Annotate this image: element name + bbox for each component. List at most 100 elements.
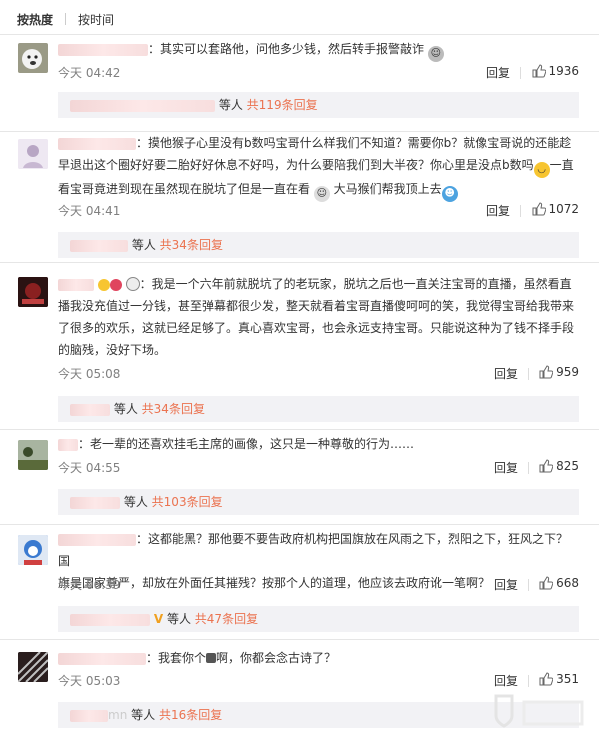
small-emoji-icon bbox=[206, 653, 217, 663]
comment-text-line2: 播我没充值过一分钱，甚至弹幕都很少发，整天就看着宝哥直播傻呵呵的笑，我觉得宝哥给… bbox=[58, 299, 575, 313]
cartoon-avatar-icon bbox=[18, 535, 48, 565]
comment-item: ：摸他猴子心里没有b数吗宝哥什么样我们不知道？需要你b？就像宝哥说的还能趁 早退… bbox=[0, 131, 599, 263]
username-blurred[interactable] bbox=[58, 137, 136, 150]
like-button[interactable] bbox=[539, 459, 553, 474]
comment-text-line2: 早退出这个圈好好要二胎好好休息不好吗，为什么要陪我们到大半夜？你心里是没点b数吗 bbox=[58, 158, 534, 172]
meta-divider bbox=[528, 462, 529, 474]
comment-time: 今天 04:41 bbox=[58, 204, 121, 218]
like-count: 1072 bbox=[548, 202, 579, 216]
sub-replies-count[interactable]: 共103条回复 bbox=[152, 495, 223, 509]
sort-tabs: 按热度 按时间 bbox=[0, 0, 599, 38]
comment-meta: 今天 04:55 回复 825 bbox=[58, 459, 579, 477]
monkey-emoji-icon: ☺ bbox=[313, 186, 330, 202]
username-blurred[interactable] bbox=[58, 438, 78, 451]
username-blurred[interactable] bbox=[58, 278, 94, 291]
reply-button[interactable]: 回复 bbox=[494, 672, 518, 689]
username-blurred[interactable] bbox=[58, 43, 148, 56]
watermark-shield-icon bbox=[494, 694, 584, 728]
reply-button[interactable]: 回复 bbox=[494, 576, 518, 593]
comment-time: 今天 04:42 bbox=[58, 66, 121, 80]
like-button[interactable] bbox=[539, 672, 553, 687]
tab-divider bbox=[65, 13, 67, 25]
reply-username-blurred bbox=[70, 99, 215, 112]
sub-replies-suffix: 等人 bbox=[113, 402, 138, 416]
comment-body: ：老一辈的还喜欢挂毛主席的画像，这只是一种尊敬的行为…… bbox=[58, 433, 579, 455]
sub-replies-suffix: 等人 bbox=[131, 238, 156, 252]
smile-emoji-icon: ◡ bbox=[533, 162, 550, 178]
site-watermark-logo bbox=[490, 690, 590, 734]
reply-button[interactable]: 回复 bbox=[486, 64, 510, 81]
like-button[interactable] bbox=[532, 64, 546, 79]
like-button[interactable] bbox=[539, 576, 553, 591]
reply-button[interactable]: 回复 bbox=[494, 365, 518, 382]
like-count: 1936 bbox=[548, 64, 579, 78]
striped-avatar-icon bbox=[18, 652, 48, 682]
tab-sort-by-time[interactable]: 按时间 bbox=[78, 11, 114, 28]
sub-replies-count[interactable]: 共16条回复 bbox=[159, 708, 222, 722]
sub-replies-count[interactable]: 共47条回复 bbox=[195, 612, 258, 626]
emoji-icon bbox=[97, 279, 110, 291]
meta-divider bbox=[528, 675, 529, 687]
meta-divider bbox=[528, 579, 529, 591]
thumbs-up-icon bbox=[539, 459, 553, 473]
comment-item: ：其实可以套路他，问他多少钱，然后转手报警敲诈 ☺ 今天 04:42 回复 19… bbox=[0, 34, 599, 132]
thumbs-up-icon bbox=[539, 672, 553, 686]
like-button[interactable] bbox=[532, 202, 546, 217]
like-button[interactable] bbox=[539, 365, 553, 380]
sub-replies-count[interactable]: 共34条回复 bbox=[142, 402, 205, 416]
tab-sort-by-hot[interactable]: 按热度 bbox=[17, 11, 53, 28]
sub-replies-box[interactable]: 等人 共34条回复 bbox=[58, 396, 579, 422]
reply-username-blurred bbox=[70, 403, 110, 416]
reply-username-blurred bbox=[70, 239, 128, 252]
meta-divider bbox=[520, 67, 521, 79]
sub-replies-box[interactable]: V 等人 共47条回复 bbox=[58, 606, 579, 632]
meta-divider bbox=[520, 205, 521, 217]
avatar[interactable] bbox=[18, 277, 48, 307]
sub-replies-count[interactable]: 共34条回复 bbox=[160, 238, 223, 252]
reply-button[interactable]: 回复 bbox=[494, 459, 518, 476]
heart-emoji-icon bbox=[109, 279, 122, 291]
sub-replies-box[interactable]: 等人 共119条回复 bbox=[58, 92, 579, 118]
comment-time: 今天 05:03 bbox=[58, 674, 121, 688]
comment-text-line1: ：摸他猴子心里没有b数吗宝哥什么样我们不知道？需要你b？就像宝哥说的还能趁 bbox=[136, 136, 572, 150]
sub-replies-count[interactable]: 共119条回复 bbox=[247, 98, 318, 112]
comment-body: ：我套你个 啊，你都会念古诗了？ bbox=[58, 647, 579, 669]
emoji-icon: ☺ bbox=[427, 46, 444, 62]
username-blurred[interactable] bbox=[58, 533, 136, 546]
comment-meta: 今天 06:39 回复 668 bbox=[58, 576, 579, 594]
comment-meta: 今天 05:08 回复 959 bbox=[58, 365, 579, 383]
comment-text: ：老一辈的还喜欢挂毛主席的画像，这只是一种尊敬的行为…… bbox=[78, 437, 415, 451]
sub-replies-box[interactable]: 等人 共103条回复 bbox=[58, 489, 579, 515]
comment-body: ：其实可以套路他，问他多少钱，然后转手报警敲诈 ☺ bbox=[58, 38, 579, 62]
meta-divider bbox=[528, 368, 529, 380]
panda-emoji-icon bbox=[125, 277, 140, 291]
like-count: 825 bbox=[556, 459, 579, 473]
avatar[interactable] bbox=[18, 440, 48, 470]
comment-time: 今天 05:08 bbox=[58, 367, 121, 381]
reply-button[interactable]: 回复 bbox=[486, 202, 510, 219]
comment-text-part2: 啊，你都会念古诗了？ bbox=[216, 651, 337, 665]
comment-time: 今天 06:39 bbox=[58, 578, 121, 592]
comment-text: ：其实可以套路他，问他多少钱，然后转手报警敲诈 bbox=[148, 42, 425, 56]
reply-username-blurred bbox=[70, 613, 150, 626]
like-count: 351 bbox=[556, 672, 579, 686]
comment-time: 今天 04:55 bbox=[58, 461, 121, 475]
comment-text-line2b: 一直 bbox=[549, 158, 574, 172]
comment-meta: 今天 04:41 回复 1072 bbox=[58, 202, 579, 220]
sub-replies-suffix: 等人 bbox=[218, 98, 243, 112]
comment-item: ：这都能黑？那他要不要告政府机构把国旗放在风雨之下，烈阳之下，狂风之下？国 旗是… bbox=[0, 524, 599, 640]
username-blurred[interactable] bbox=[58, 652, 146, 665]
thumbs-up-icon bbox=[539, 365, 553, 379]
sub-replies-suffix: 等人 bbox=[123, 495, 148, 509]
reply-username-visible: mn bbox=[108, 708, 128, 722]
like-count: 959 bbox=[556, 365, 579, 379]
avatar[interactable] bbox=[18, 535, 48, 565]
comment-text-line3: 了很多的欢乐，这就已经足够了。真心喜欢宝哥，也会永远支持宝哥。只能说这种为了钱不… bbox=[58, 321, 575, 335]
sub-replies-suffix: 等人 bbox=[166, 612, 191, 626]
sub-replies-box[interactable]: 等人 共34条回复 bbox=[58, 232, 579, 258]
comment-item: ：我是一个六年前就脱坑了的老玩家，脱坑之后也一直关注宝哥的直播，虽然看直 播我没… bbox=[0, 262, 599, 430]
thumbs-up-icon bbox=[532, 202, 546, 216]
avatar[interactable] bbox=[18, 43, 48, 73]
comment-text-line1: ：我是一个六年前就脱坑了的老玩家，脱坑之后也一直关注宝哥的直播，虽然看直 bbox=[139, 277, 572, 291]
avatar[interactable] bbox=[18, 652, 48, 682]
